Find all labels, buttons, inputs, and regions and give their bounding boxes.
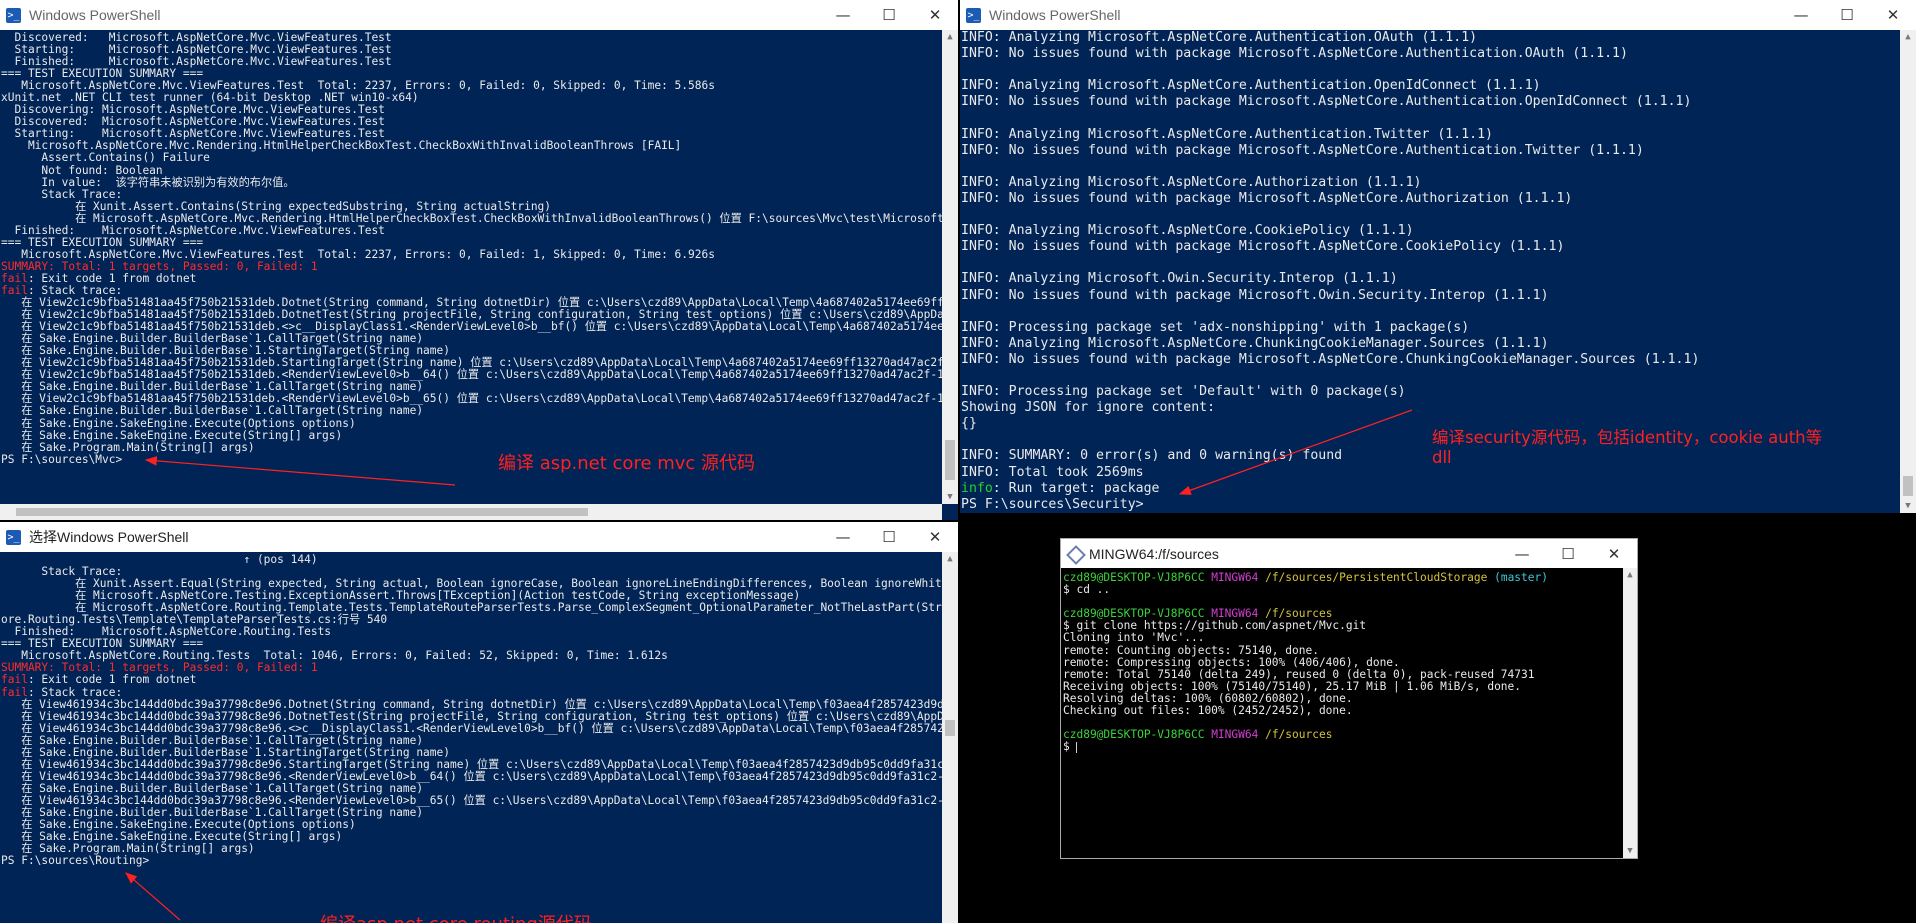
annotation-arrows xyxy=(125,409,1413,921)
arrow-to-routing-prompt xyxy=(125,872,181,921)
arrow-to-security-prompt xyxy=(1178,409,1413,495)
arrow-to-mvc-prompt xyxy=(144,456,456,486)
